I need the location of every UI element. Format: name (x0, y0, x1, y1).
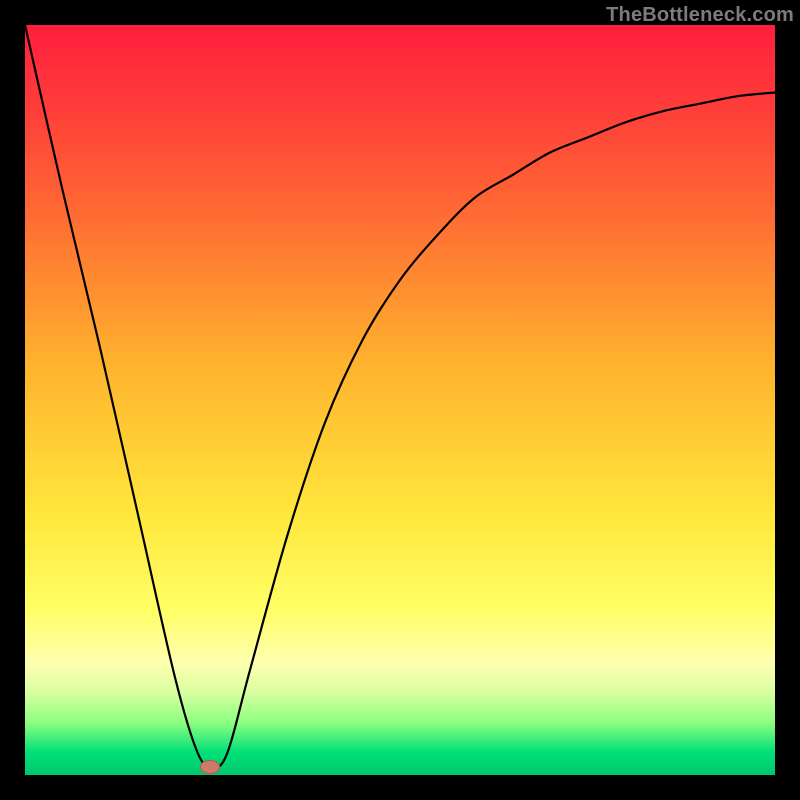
curve-path (25, 25, 775, 768)
chart-frame: TheBottleneck.com (0, 0, 800, 800)
bottleneck-curve (25, 25, 775, 775)
plot-area (25, 25, 775, 775)
watermark-text: TheBottleneck.com (606, 4, 794, 27)
